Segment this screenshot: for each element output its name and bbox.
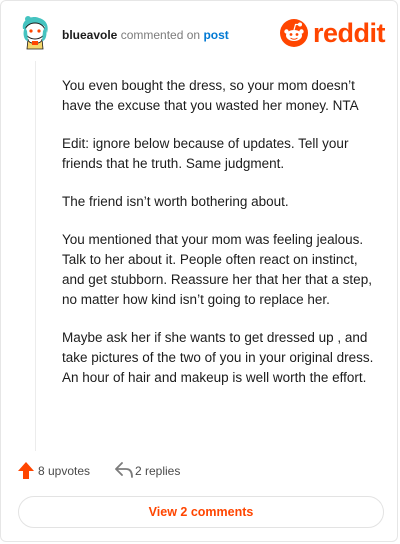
- comment-paragraph: Edit: ignore below because of updates. T…: [62, 136, 349, 171]
- comment-paragraph: Maybe ask her if she wants to get dresse…: [62, 330, 374, 385]
- upvote-count[interactable]: 8 upvotes: [38, 464, 90, 478]
- comment-byline: blueavole commented on post: [62, 28, 229, 42]
- reddit-wordmark: reddit: [313, 18, 386, 48]
- comment-header: blueavole commented on post reddit: [1, 1, 397, 61]
- author-username[interactable]: blueavole: [62, 28, 117, 42]
- byline-verb: commented on: [120, 28, 201, 42]
- reply-arrow-icon[interactable]: [115, 462, 133, 478]
- reply-count[interactable]: 2 replies: [135, 464, 180, 478]
- comment-paragraph: You even bought the dress, so your mom d…: [62, 78, 359, 113]
- post-link[interactable]: post: [203, 28, 228, 42]
- comment-card: blueavole commented on post reddit You e…: [0, 0, 398, 542]
- reddit-logo-icon[interactable]: [279, 18, 309, 48]
- comment-paragraph: You mentioned that your mom was feeling …: [62, 232, 372, 307]
- comment-body: You even bought the dress, so your mom d…: [62, 76, 382, 406]
- upvote-arrow-icon[interactable]: [18, 462, 34, 479]
- thread-line[interactable]: [35, 61, 36, 451]
- view-comments-button[interactable]: View 2 comments: [18, 496, 384, 528]
- avatar-icon[interactable]: [19, 15, 51, 51]
- comment-paragraph: The friend isn’t worth bothering about.: [62, 194, 289, 209]
- comment-actions: 8 upvotes 2 replies: [18, 460, 378, 482]
